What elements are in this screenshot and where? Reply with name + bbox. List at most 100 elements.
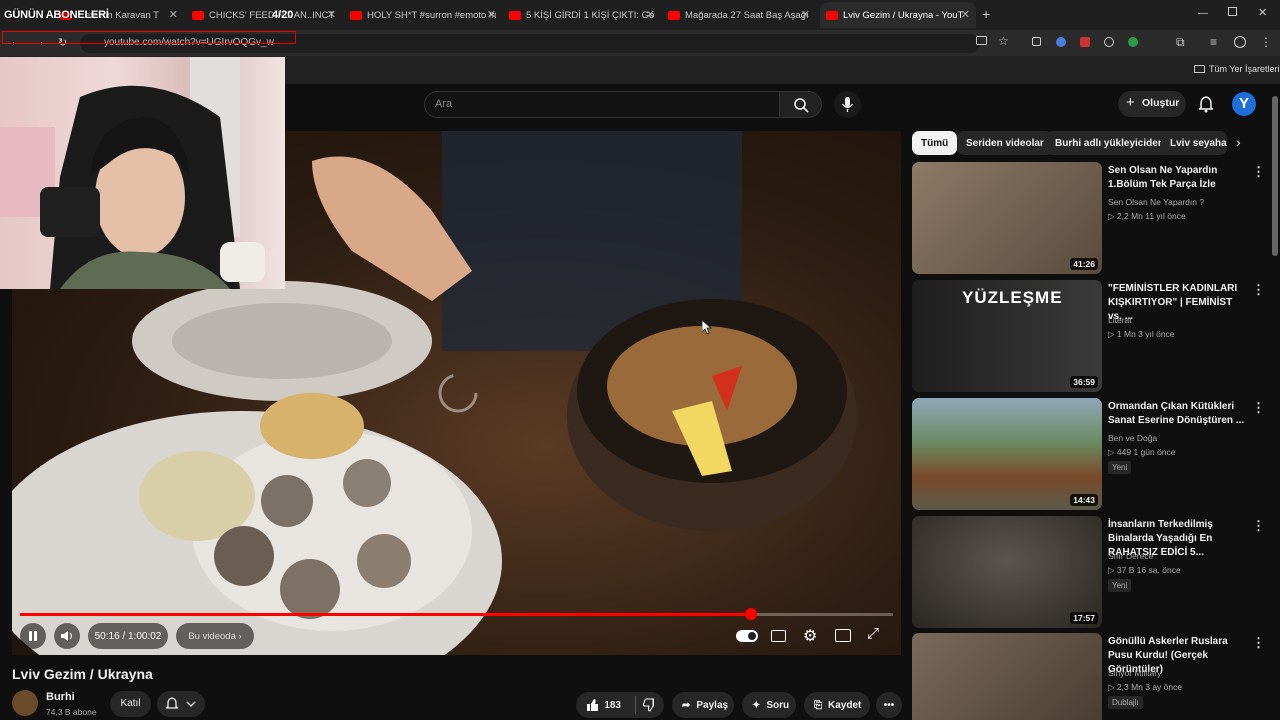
pause-button[interactable]: [20, 623, 46, 649]
thumbs-down-icon[interactable]: [642, 698, 654, 712]
mute-button[interactable]: [54, 623, 80, 649]
search-button[interactable]: [780, 91, 822, 118]
rec-channel[interactable]: Ben ve Doğa: [1108, 433, 1157, 443]
subscription-bell-button[interactable]: [157, 691, 205, 717]
recommendation-item[interactable]: 41:26 Sen Olsan Ne Yapardın 1.Bölüm Tek …: [912, 162, 1268, 274]
search-placeholder: Ara: [435, 98, 453, 110]
rec-channel[interactable]: Sinyor Military: [1108, 668, 1161, 678]
more-actions-button[interactable]: •••: [876, 692, 902, 718]
tab-label: Lviv Gezim / Ukrayna - YouT: [843, 9, 964, 21]
thumbnail[interactable]: 41:26: [912, 162, 1102, 274]
create-button[interactable]: + Oluştur: [1118, 91, 1186, 117]
browser-tab[interactable]: HOLY SH*T #surron #emoto #d ✕: [350, 4, 496, 26]
cast-icon[interactable]: [976, 36, 987, 45]
thumbnail[interactable]: 14:43: [912, 398, 1102, 510]
chevron-right-icon[interactable]: ›: [1236, 134, 1241, 150]
fullscreen-icon[interactable]: ⤢: [867, 625, 879, 642]
pause-icon: [29, 631, 37, 641]
close-tab-icon[interactable]: ✕: [961, 8, 970, 21]
recommendation-item[interactable]: 17:57 İnsanların Terkedilmiş Binalarda Y…: [912, 516, 1268, 628]
autoplay-toggle[interactable]: [736, 630, 758, 642]
browser-tab-active[interactable]: Lviv Gezim / Ukrayna - YouT ✕: [820, 2, 976, 28]
all-bookmarks-label[interactable]: Tüm Yer İşaretleri: [1209, 64, 1280, 74]
webcam-image: [0, 57, 265, 289]
ask-button[interactable]: ✦ Soru: [742, 692, 796, 718]
close-window-icon[interactable]: ✕: [1258, 6, 1267, 19]
more-vert-icon[interactable]: ⋮: [1252, 282, 1265, 298]
extension-icon[interactable]: [1104, 37, 1114, 47]
chip-lviv[interactable]: Lviv seyahat: [1161, 131, 1227, 155]
rec-title[interactable]: Ormandan Çıkan Kütükleri Sanat Eserine D…: [1108, 400, 1248, 428]
more-vert-icon[interactable]: ⋮: [1252, 635, 1265, 651]
media-icon[interactable]: ≡: [1210, 35, 1217, 49]
duration-badge: 17:57: [1070, 612, 1098, 624]
tab-label: HOLY SH*T #surron #emoto #d: [367, 9, 496, 21]
puzzle-icon[interactable]: ⧉: [1176, 35, 1185, 50]
thumbnail[interactable]: YÜZLEŞME 36:59: [912, 280, 1102, 392]
settings-gear-icon[interactable]: ⚙: [803, 626, 817, 646]
close-tab-icon[interactable]: ✕: [169, 8, 178, 21]
extension-icon[interactable]: [1056, 37, 1066, 47]
recommendation-item[interactable]: 14:43 Ormandan Çıkan Kütükleri Sanat Ese…: [912, 398, 1268, 510]
volume-icon: [61, 631, 72, 641]
rec-channel[interactable]: Sıfır Derece: [1108, 551, 1153, 561]
duration-badge: 14:43: [1070, 494, 1098, 506]
browser-tab[interactable]: Mağarada 27 Saat Baş Aşağı Sa ✕: [668, 4, 810, 26]
close-tab-icon[interactable]: ✕: [801, 8, 810, 21]
extension-icon[interactable]: [1032, 37, 1041, 46]
thumbnail[interactable]: [912, 633, 1102, 720]
profile-icon[interactable]: [1234, 36, 1246, 48]
search-input[interactable]: Ara: [424, 91, 780, 118]
plus-icon: +: [1126, 94, 1135, 111]
close-tab-icon[interactable]: ✕: [327, 8, 336, 21]
progress-scrubber[interactable]: [745, 608, 757, 620]
close-tab-icon[interactable]: ✕: [487, 8, 496, 21]
new-tab-icon[interactable]: +: [982, 6, 990, 22]
bell-icon: [1198, 96, 1214, 113]
thumbnail[interactable]: 17:57: [912, 516, 1102, 628]
channel-avatar[interactable]: [12, 690, 38, 716]
streamer-webcam: [0, 57, 285, 289]
maximize-icon[interactable]: [1228, 7, 1237, 16]
new-badge: Yeni: [1108, 579, 1132, 592]
tab-label: 5 KİŞİ GİRDİ 1 KİŞİ ÇIKTI: Gollun: [526, 9, 655, 21]
voice-search-button[interactable]: [834, 91, 861, 118]
notifications-button[interactable]: [1196, 94, 1216, 114]
rec-meta: ▷ 449 1 gün önce: [1108, 447, 1176, 457]
subscriber-count: 74,3 B abone: [46, 707, 97, 717]
more-vert-icon[interactable]: ⋮: [1252, 164, 1265, 180]
extension-icon[interactable]: [1080, 37, 1090, 47]
youtube-favicon-icon: [668, 10, 680, 20]
menu-icon[interactable]: ⋮: [1260, 35, 1272, 49]
like-button[interactable]: 183: [576, 692, 664, 718]
more-vert-icon[interactable]: ⋮: [1252, 400, 1265, 416]
account-avatar[interactable]: Y: [1232, 92, 1256, 116]
browser-tab[interactable]: 5 KİŞİ GİRDİ 1 KİŞİ ÇIKTI: Gollun ✕: [509, 4, 655, 26]
new-badge: Yeni: [1108, 461, 1132, 474]
rec-channel[interactable]: Literat: [1108, 315, 1132, 325]
chip-uploader[interactable]: Burhi adlı yükleyiciden: [1046, 131, 1173, 155]
rec-title[interactable]: Sen Olsan Ne Yapardın 1.Bölüm Tek Parça …: [1108, 164, 1248, 192]
recommendation-item[interactable]: YÜZLEŞME 36:59 "FEMİNİSTLER KADINLARI KI…: [912, 280, 1268, 392]
chapters-button[interactable]: Bu videoda ›: [176, 623, 254, 649]
subtitles-icon[interactable]: [771, 630, 786, 642]
recommendation-item[interactable]: Gönüllü Askerler Ruslara Pusu Kurdu! (Ge…: [912, 633, 1268, 720]
extension-icon[interactable]: [1128, 37, 1138, 47]
close-tab-icon[interactable]: ✕: [646, 8, 655, 21]
search-icon: [794, 98, 809, 113]
star-icon[interactable]: ☆: [998, 34, 1009, 48]
rec-channel[interactable]: Sen Olsan Ne Yapardın ?: [1108, 197, 1204, 207]
share-button[interactable]: ➦ Paylaş: [672, 692, 734, 718]
save-button[interactable]: ⎘ Kaydet: [804, 692, 870, 718]
mic-icon: [841, 97, 854, 112]
theater-mode-icon[interactable]: [835, 629, 851, 642]
browser-tab[interactable]: CHICKS' FEEDING AN..INCT - Y ✕: [192, 4, 336, 26]
chip-series[interactable]: Seriden videolar: [957, 131, 1053, 155]
join-button[interactable]: Katıl: [110, 691, 151, 717]
scrollbar-thumb[interactable]: [1272, 96, 1278, 256]
youtube-favicon-icon: [350, 10, 362, 20]
more-vert-icon[interactable]: ⋮: [1252, 518, 1265, 534]
minimize-icon[interactable]: —: [1198, 8, 1208, 19]
channel-name[interactable]: Burhi: [46, 691, 75, 703]
chip-all[interactable]: Tümü: [912, 131, 958, 155]
